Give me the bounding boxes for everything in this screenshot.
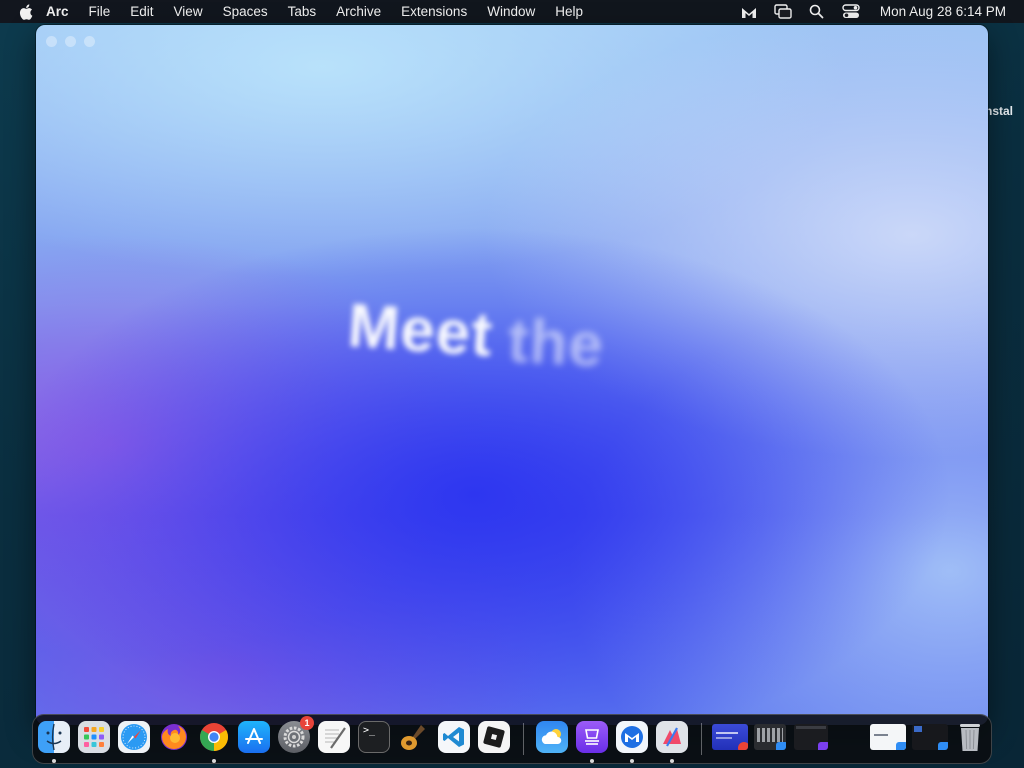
- running-indicator: [590, 759, 594, 763]
- menu-app-name[interactable]: Arc: [40, 0, 79, 23]
- textedit-icon[interactable]: [318, 721, 350, 753]
- dock: 1 >_: [32, 714, 992, 764]
- finder-icon[interactable]: [38, 721, 70, 763]
- minimized-window-thumbnail[interactable]: [754, 724, 786, 750]
- launchpad-icon[interactable]: [78, 721, 110, 753]
- arc-helper-badge-icon: [818, 742, 828, 750]
- menu-tabs[interactable]: Tabs: [278, 0, 327, 23]
- control-center-icon[interactable]: [834, 0, 868, 23]
- menu-extensions[interactable]: Extensions: [391, 0, 477, 23]
- app-cleaner-icon[interactable]: [656, 721, 688, 763]
- screen-mirroring-icon[interactable]: [766, 0, 800, 23]
- dock-divider: [523, 723, 524, 755]
- menu-spaces[interactable]: Spaces: [213, 0, 278, 23]
- garageband-icon[interactable]: [398, 721, 430, 753]
- dock-divider: [701, 723, 702, 755]
- chrome-icon[interactable]: [198, 721, 230, 763]
- vscode-icon[interactable]: [438, 721, 470, 753]
- menu-archive[interactable]: Archive: [326, 0, 391, 23]
- running-indicator: [52, 759, 56, 763]
- minimized-window-thumbnail[interactable]: [712, 724, 748, 750]
- chrome-badge-icon: [738, 742, 748, 750]
- weather-icon[interactable]: [536, 721, 568, 753]
- terminal-icon[interactable]: >_: [358, 721, 390, 753]
- background-window-text: nstal: [985, 104, 1024, 118]
- running-indicator: [630, 759, 634, 763]
- running-indicator: [670, 759, 674, 763]
- minimize-window-button[interactable]: [65, 36, 76, 47]
- malwarebytes-icon[interactable]: [732, 0, 766, 23]
- window-controls: [46, 36, 95, 47]
- menu-bar: Arc File Edit View Spaces Tabs Archive E…: [0, 0, 1024, 23]
- background-window-peek-label: nstal: [985, 104, 1014, 118]
- app-store-icon[interactable]: [238, 721, 270, 753]
- roblox-icon[interactable]: [478, 721, 510, 753]
- menu-clock[interactable]: Mon Aug 28 6:14 PM: [880, 4, 1006, 19]
- welcome-heading: Meet the: [346, 290, 606, 380]
- running-indicator: [212, 759, 216, 763]
- menu-window[interactable]: Window: [477, 0, 545, 23]
- zoom-window-button[interactable]: [84, 36, 95, 47]
- trash-icon[interactable]: [954, 721, 986, 753]
- menu-file[interactable]: File: [79, 0, 121, 23]
- menu-help[interactable]: Help: [545, 0, 593, 23]
- terminal-prompt-label: >_: [363, 725, 376, 736]
- apple-menu-icon[interactable]: [16, 0, 36, 23]
- malwarebytes-icon[interactable]: [616, 721, 648, 763]
- welcome-heading-word-2: the: [506, 306, 607, 381]
- firefox-icon[interactable]: [158, 721, 190, 753]
- finder-badge-icon: [938, 742, 948, 750]
- notification-badge: 1: [300, 716, 314, 730]
- search-icon[interactable]: [800, 0, 834, 23]
- safari-icon[interactable]: [118, 721, 150, 753]
- close-window-button[interactable]: [46, 36, 57, 47]
- finder-badge-icon: [896, 742, 906, 750]
- finder-badge-icon: [776, 742, 786, 750]
- minimized-window-thumbnail[interactable]: [870, 724, 906, 750]
- menu-edit[interactable]: Edit: [120, 0, 163, 23]
- minimized-window-thumbnail[interactable]: [912, 724, 948, 750]
- minimized-window-thumbnail[interactable]: [794, 724, 828, 750]
- welcome-heading-word-1: Meet: [345, 291, 496, 371]
- system-settings-icon[interactable]: 1: [278, 716, 314, 753]
- arc-helper-icon[interactable]: [576, 721, 608, 763]
- menu-view[interactable]: View: [164, 0, 213, 23]
- arc-welcome-window: Meet the: [36, 25, 988, 725]
